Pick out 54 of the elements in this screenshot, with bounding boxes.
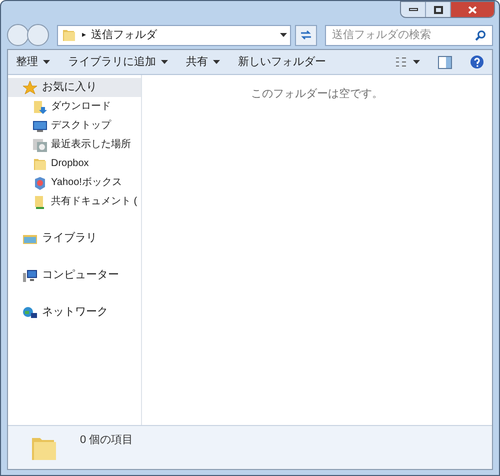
breadcrumb-item[interactable]: 送信フォルダ [91,26,157,44]
search-input[interactable]: 送信フォルダの検索 [332,26,475,44]
star-icon [22,80,38,96]
nav-item[interactable]: 最近表示した場所 [8,135,141,154]
nav-item-label: 共有ドキュメント ( [51,194,138,209]
pane-icon [438,56,452,68]
help-button[interactable] [470,55,484,69]
nav-item-label: 最近表示した場所 [51,138,131,152]
toolbar-button[interactable]: 整理 [16,54,50,70]
nav-item[interactable]: Yahoo!ボックス [8,173,141,192]
caret-icon [213,60,220,64]
minimize-button[interactable] [401,2,426,17]
network-icon [22,304,38,320]
nav-group-label: コンピューター [42,268,119,284]
toolbar-button[interactable]: 共有 [186,54,220,70]
help-icon [470,55,484,69]
nav-group-item[interactable]: お気に入り [8,78,141,97]
nav-group-label: ライブラリ [42,230,97,246]
address-bar[interactable]: ▸ 送信フォルダ [57,24,291,46]
breadcrumb-separator: ▸ [82,29,86,41]
caret-icon [413,60,420,64]
nav-item-label: ダウンロード [51,100,111,114]
view-icon [395,57,407,67]
search-icon [475,30,486,40]
toolbar-button[interactable]: 新しいフォルダー [238,54,326,70]
nav-item-label: Yahoo!ボックス [51,176,122,190]
nav-item[interactable]: 共有ドキュメント ( [8,192,141,211]
preview-pane-button[interactable] [438,56,452,68]
nav-group-label: お気に入り [42,80,97,96]
item-count: 0 個の項目 [80,433,134,448]
empty-folder-message: このフォルダーは空です。 [251,86,383,102]
close-icon [468,6,477,14]
view-options-button[interactable] [395,57,420,67]
folder-icon [61,27,77,43]
toolbar-button[interactable]: ライブラリに追加 [68,54,168,70]
nav-item[interactable]: ダウンロード [8,97,141,116]
computer-icon [22,268,38,284]
refresh-button[interactable] [295,24,317,46]
refresh-icon [300,30,312,40]
maximize-button[interactable] [426,2,451,17]
download-folder-icon [32,98,48,114]
close-button[interactable] [451,2,494,17]
caret-icon [280,33,287,37]
caret-icon [161,60,168,64]
search-field[interactable]: 送信フォルダの検索 [325,24,493,46]
nav-item[interactable]: デスクトップ [8,116,141,135]
nav-item-label: Dropbox [51,157,89,171]
nav-item-label: デスクトップ [51,118,111,133]
nav-group-item[interactable]: コンピューター [8,266,141,285]
caret-icon [43,60,50,64]
nav-group-label: ネットワーク [42,305,108,320]
nav-group-item[interactable]: ライブラリ [8,229,141,248]
nav-item[interactable]: Dropbox [8,154,141,173]
nav-group-item[interactable]: ネットワーク [8,303,141,322]
